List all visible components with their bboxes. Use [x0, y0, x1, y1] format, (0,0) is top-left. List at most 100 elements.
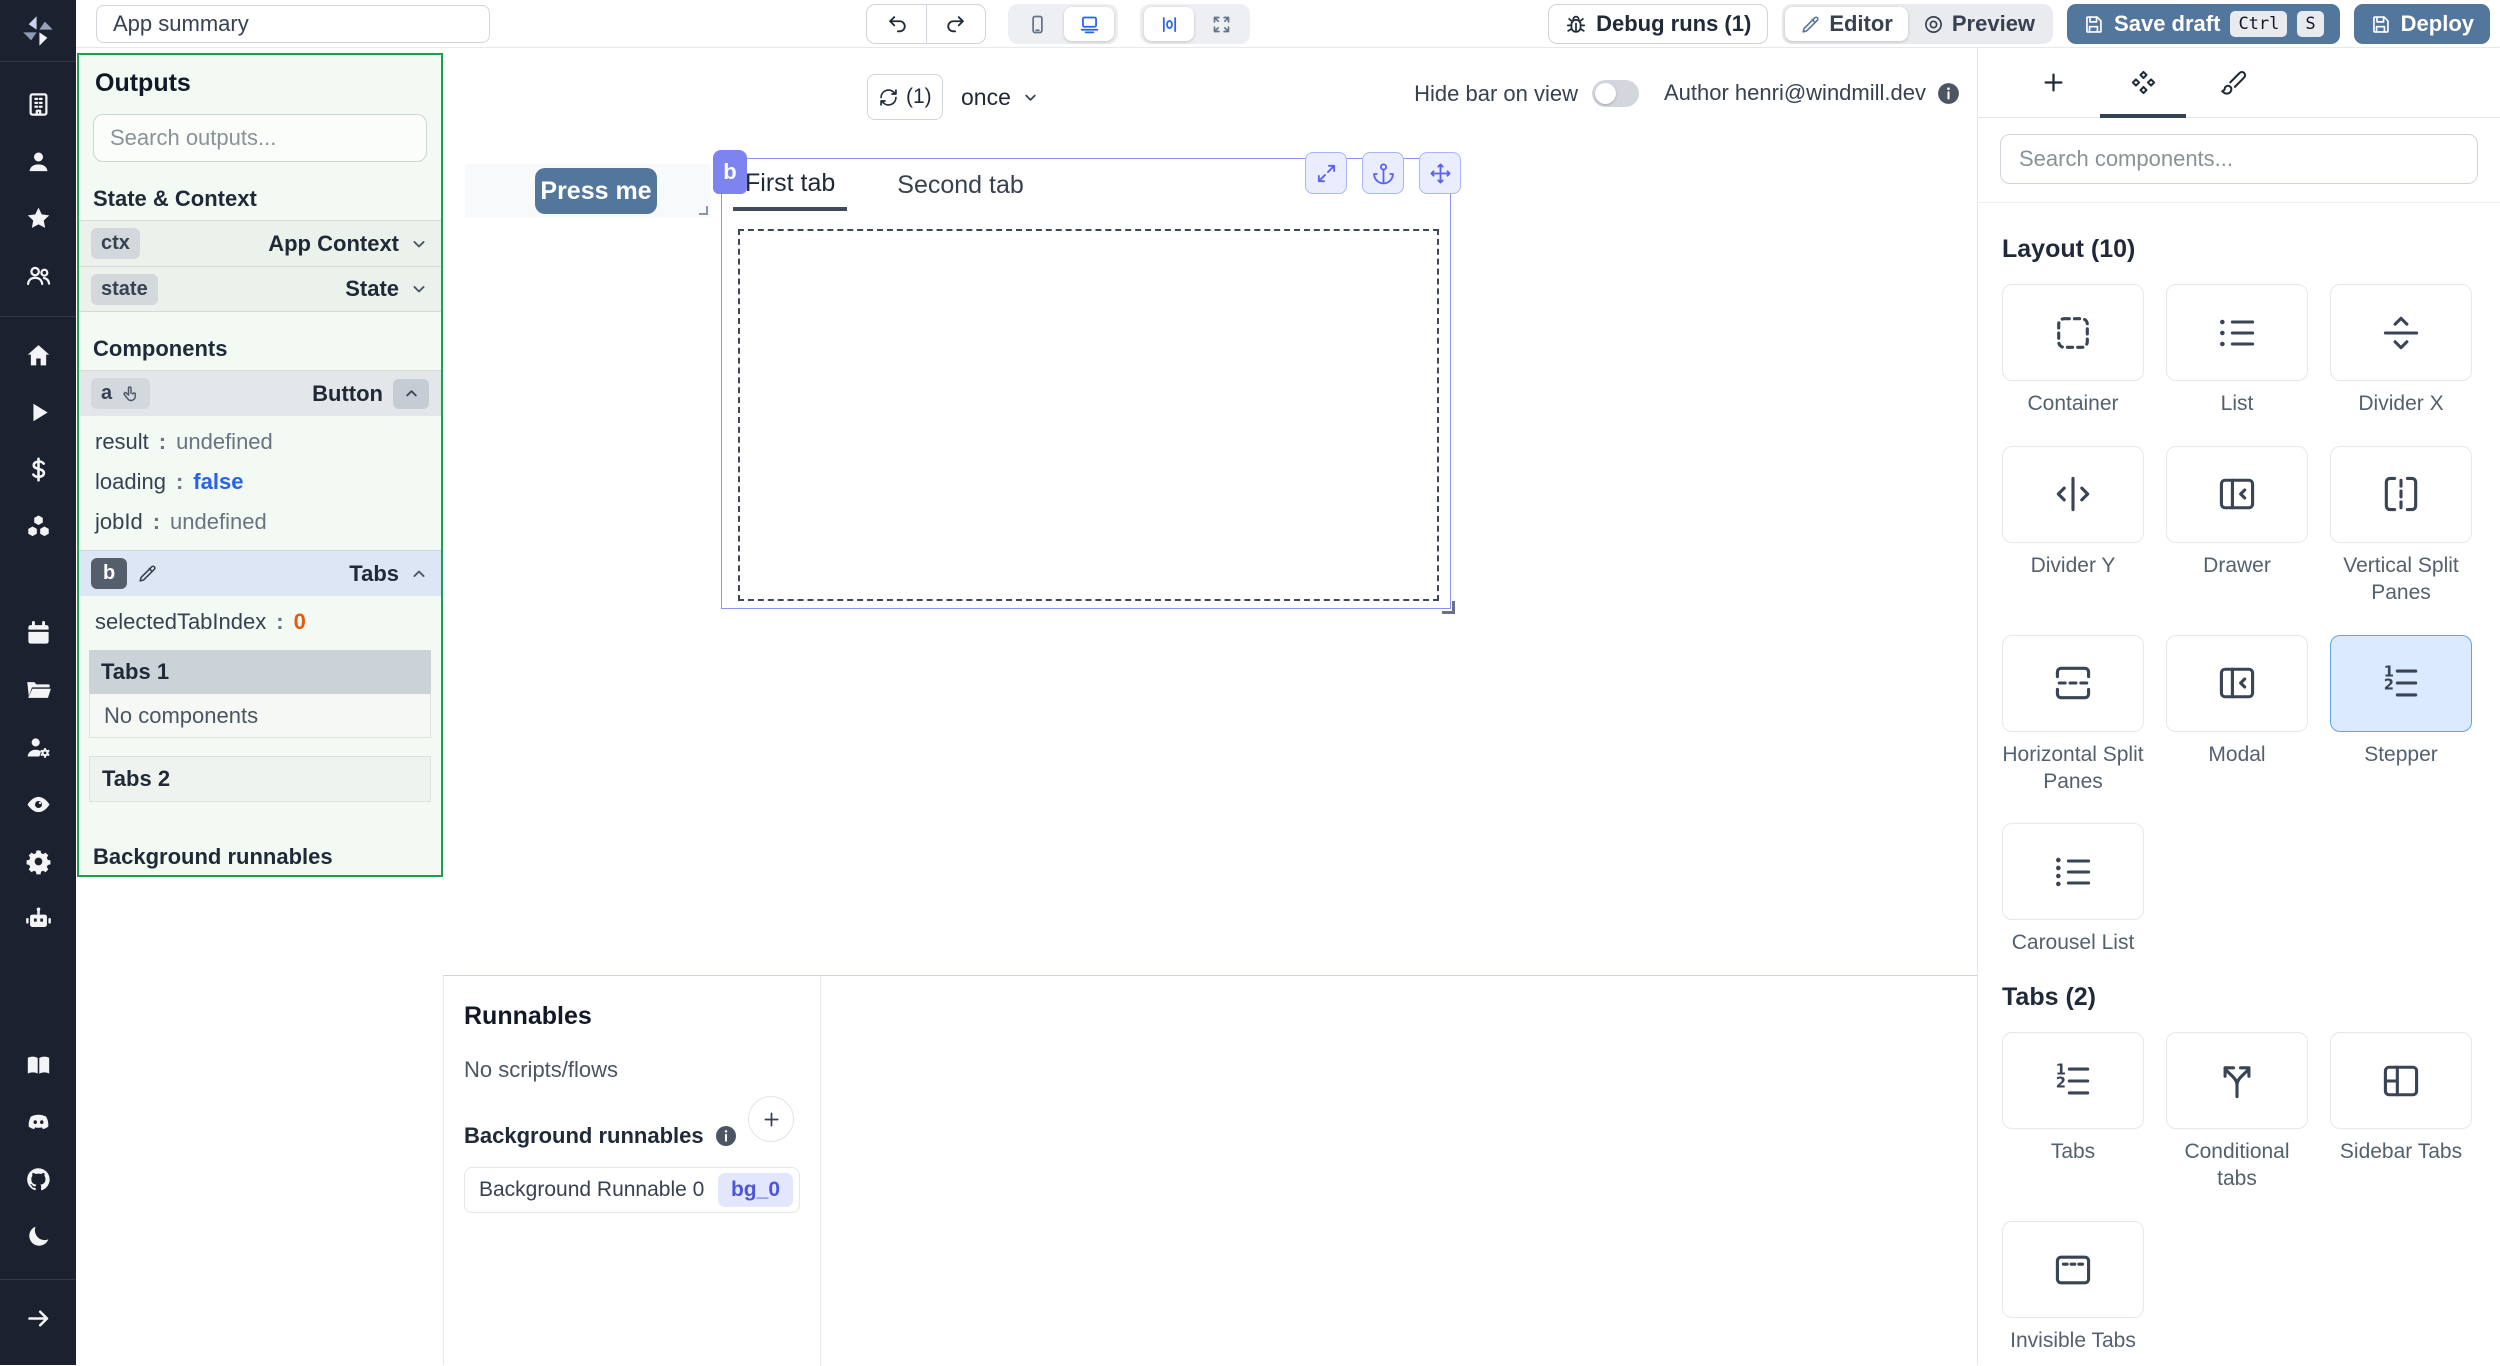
sidebar-item-gear[interactable] [0, 833, 76, 890]
anchor-component-button[interactable] [1362, 152, 1404, 194]
sidebar-item-github[interactable] [0, 1151, 76, 1208]
component-card-box[interactable] [2002, 445, 2144, 543]
styling-tab[interactable] [2188, 48, 2278, 118]
component-card-box[interactable] [2166, 284, 2308, 381]
sidebar-item-star[interactable] [0, 190, 76, 247]
sidebar-item-eye[interactable] [0, 776, 76, 833]
collapse-a-button[interactable] [393, 378, 429, 409]
app-summary-input[interactable] [96, 5, 490, 43]
component-card-container[interactable]: Container [2002, 284, 2144, 418]
chevron-up-icon[interactable] [409, 564, 429, 584]
component-card-label: Carousel List [2011, 931, 2135, 955]
press-me-button[interactable]: Press me [535, 168, 657, 214]
component-card-tabs[interactable]: 1 2 Tabs [2002, 1032, 2144, 1193]
sidebar-item-users[interactable] [0, 247, 76, 304]
sidebar-item-home[interactable] [0, 327, 76, 384]
sidebar-item-book[interactable] [0, 1037, 76, 1094]
component-card-label: Tabs [2050, 1140, 2096, 1164]
component-card-box[interactable] [2002, 634, 2144, 732]
sidebar-item-user[interactable] [0, 133, 76, 190]
redo-button[interactable] [926, 5, 985, 43]
tabs-2-section[interactable]: Tabs 2 [89, 756, 431, 802]
component-card-box[interactable] [2330, 1032, 2472, 1130]
chevron-down-icon[interactable] [409, 234, 429, 254]
sidebar-item-robot[interactable] [0, 890, 76, 947]
sidebar-item-dollar[interactable] [0, 441, 76, 498]
preview-label: Preview [1951, 11, 2036, 36]
state-output-row[interactable]: state State [79, 266, 441, 312]
tab-first[interactable]: First tab [733, 159, 848, 211]
button-component-cell[interactable]: Press me [465, 164, 711, 218]
component-card-horizontal-split-panes[interactable]: Horizontal Split Panes [2002, 634, 2144, 796]
editor-tab[interactable]: Editor [1785, 7, 1908, 41]
background-runnable-row[interactable]: Background Runnable 0 bg_0 [464, 1167, 800, 1213]
sidebar-item-moon[interactable] [0, 1208, 76, 1265]
chevron-down-icon[interactable] [409, 279, 429, 299]
component-card-conditional-tabs[interactable]: Conditional tabs [2166, 1032, 2308, 1193]
component-card-modal[interactable]: Modal [2166, 634, 2308, 796]
components-tab[interactable] [2098, 48, 2188, 118]
component-card-divider-x[interactable]: Divider X [2330, 284, 2472, 418]
info-icon[interactable] [1936, 81, 1961, 106]
full-width-button[interactable] [1196, 7, 1246, 41]
pencil-icon[interactable] [137, 563, 158, 584]
hide-bar-toggle[interactable] [1592, 80, 1639, 107]
preview-tab[interactable]: Preview [1908, 7, 2050, 41]
component-card-box[interactable] [2330, 284, 2472, 381]
component-card-label: Sidebar Tabs [2339, 1140, 2463, 1164]
component-a-type-label: Button [312, 380, 383, 406]
component-card-divider-y[interactable]: Divider Y [2002, 445, 2144, 607]
sidebar-item-user-cog[interactable] [0, 719, 76, 776]
sidebar-item-play[interactable] [0, 384, 76, 441]
sidebar-item-calendar[interactable] [0, 605, 76, 662]
component-card-box[interactable] [2166, 634, 2308, 732]
insert-tab[interactable] [2008, 48, 2098, 118]
tabs-component-selected[interactable]: b First tab Second tab [713, 150, 1461, 614]
deploy-button[interactable]: Deploy [2353, 4, 2490, 44]
component-a-row[interactable]: a Button [79, 370, 441, 416]
move-component-button[interactable] [1419, 152, 1461, 194]
component-card-carousel-list[interactable]: Carousel List [2002, 823, 2144, 957]
sidebar-item-discord[interactable] [0, 1094, 76, 1151]
resize-handle[interactable] [699, 206, 708, 215]
tabs-1-section[interactable]: Tabs 1 [89, 650, 431, 694]
component-card-invisible-tabs[interactable]: Invisible Tabs [2002, 1221, 2144, 1355]
component-card-stepper[interactable]: 1 2 Stepper [2330, 634, 2472, 796]
refresh-button[interactable]: (1) [867, 74, 943, 120]
resize-handle[interactable] [1442, 601, 1455, 614]
component-card-box[interactable] [2002, 1221, 2144, 1318]
component-card-drawer[interactable]: Drawer [2166, 445, 2308, 607]
center-layout-button[interactable] [1144, 7, 1194, 41]
component-card-box[interactable] [2166, 1032, 2308, 1130]
component-card-box[interactable] [2002, 823, 2144, 921]
schedule-select[interactable]: once [961, 74, 1040, 120]
expand-component-button[interactable] [1305, 152, 1347, 194]
brush-icon [2220, 69, 2247, 96]
component-card-box[interactable] [2330, 445, 2472, 543]
debug-runs-button[interactable]: Debug runs (1) [1548, 4, 1769, 44]
ctx-output-row[interactable]: ctx App Context [79, 220, 441, 266]
mobile-view-button[interactable] [1012, 7, 1062, 41]
component-card-box[interactable] [2002, 284, 2144, 381]
save-draft-button[interactable]: Save draft Ctrl S [2067, 4, 2340, 44]
outputs-search-input[interactable] [93, 114, 427, 162]
sidebar-item-building[interactable] [0, 76, 76, 133]
component-b-row[interactable]: b Tabs [79, 550, 441, 596]
add-background-runnable-button[interactable] [748, 1096, 794, 1142]
windmill-logo[interactable] [0, 0, 76, 62]
sidebar-item-boxes[interactable] [0, 498, 76, 555]
tab-second[interactable]: Second tab [885, 159, 1036, 211]
sidebar-item-arrow-right[interactable] [0, 1290, 76, 1347]
sidebar-item-folder[interactable] [0, 662, 76, 719]
components-search-input[interactable] [2000, 134, 2478, 184]
component-card-list[interactable]: List [2166, 284, 2308, 418]
info-icon[interactable] [714, 1124, 738, 1148]
component-card-box[interactable]: 12 [2330, 634, 2472, 732]
component-card-box[interactable] [2166, 445, 2308, 543]
undo-button[interactable] [867, 5, 926, 43]
component-card-sidebar-tabs[interactable]: Sidebar Tabs [2330, 1032, 2472, 1193]
tab-content-dropzone[interactable] [738, 229, 1439, 601]
desktop-view-button[interactable] [1064, 7, 1114, 41]
component-card-vertical-split-panes[interactable]: Vertical Split Panes [2330, 445, 2472, 607]
component-card-box[interactable]: 12 [2002, 1032, 2144, 1130]
